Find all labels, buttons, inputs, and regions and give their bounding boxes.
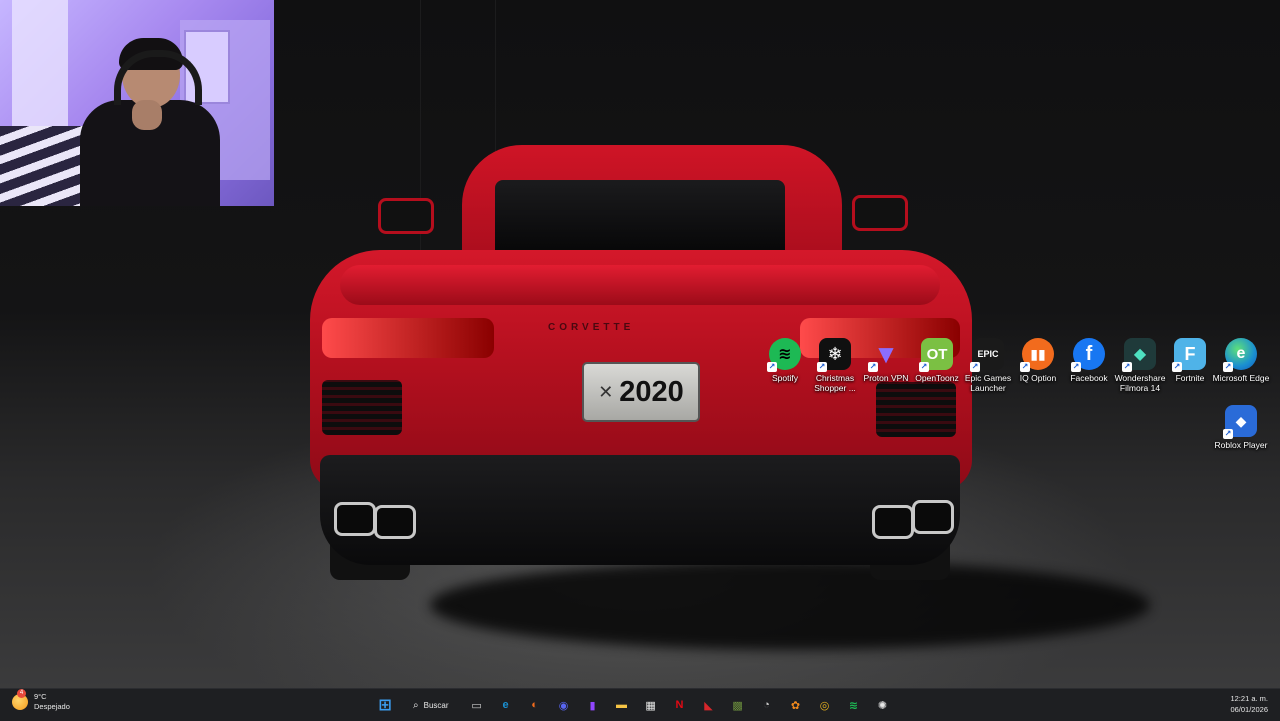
exhaust-pipe [912, 500, 954, 534]
opentoonz-icon: OT ↗ [919, 338, 953, 372]
desktop-icon-label: IQ Option [1019, 373, 1057, 383]
taskbar-apps: ⊞ ⌕ Buscar ▭ e ◐ ◉ ▮ ▬ ▦ N ◣ ▩ ◔ ✿ ◎ ≋ ✺ [374, 693, 894, 717]
sun-icon: 4 [12, 689, 28, 710]
search-label: Buscar [423, 700, 449, 710]
exhaust-pipe [374, 505, 416, 539]
desktop-icon-epic-games[interactable]: EPIC ↗ Epic Games Launcher [963, 338, 1013, 393]
shortcut-arrow-icon: ↗ [817, 362, 827, 372]
weather-condition: Despejado [34, 702, 70, 711]
weather-widget[interactable]: 4 9°C Despejado [12, 689, 70, 712]
iq-option-icon: ▮▮ ↗ [1020, 338, 1054, 372]
desktop-icon-label: OpenToonz [915, 373, 959, 383]
epic-games-icon: EPIC ↗ [970, 338, 1004, 372]
search-icon: ⌕ [413, 699, 419, 711]
shortcut-arrow-icon: ↗ [1071, 362, 1081, 372]
exhaust-pipe [334, 502, 376, 536]
car-mirror-left [378, 198, 434, 234]
spotify-taskbar-icon[interactable]: ≋ [843, 694, 865, 716]
webcam-door [12, 0, 68, 140]
shortcut-arrow-icon: ↗ [1223, 362, 1233, 372]
car-shadow [430, 560, 1150, 650]
system-clock[interactable]: 12:21 a. m. 06/01/2026 [1230, 693, 1268, 715]
shortcut-arrow-icon: ↗ [919, 362, 929, 372]
car-rear-window [495, 180, 785, 260]
roblox-icon: ◆ ↗ [1223, 405, 1257, 439]
twitch-icon[interactable]: ▮ [582, 694, 604, 716]
chatgpt-icon[interactable]: ✺ [872, 694, 894, 716]
shortcut-arrow-icon: ↗ [767, 362, 777, 372]
filmora-icon: ◆ ↗ [1122, 338, 1156, 372]
chrome-icon[interactable]: ◎ [814, 694, 836, 716]
desktop-icon-proton-vpn[interactable]: ▼ ↗ Proton VPN [861, 338, 911, 384]
windows-start-icon[interactable]: ⊞ [374, 694, 396, 716]
file-explorer-icon[interactable]: ▬ [611, 694, 633, 716]
clock-date: 06/01/2026 [1230, 705, 1268, 714]
desktop-icon-label: Proton VPN [863, 373, 909, 383]
webcam-overlay [0, 0, 274, 206]
amd-icon[interactable]: ◣ [698, 694, 720, 716]
desktop-icon-iq-option[interactable]: ▮▮ ↗ IQ Option [1013, 338, 1063, 383]
discord-icon[interactable]: ◉ [553, 694, 575, 716]
desktop-icon-opentoonz[interactable]: OT ↗ OpenToonz [912, 338, 962, 383]
task-view-icon[interactable]: ▭ [466, 694, 488, 716]
search-button[interactable]: ⌕ Buscar [403, 694, 459, 716]
desktop-icon-facebook[interactable]: f ↗ Facebook [1064, 338, 1114, 383]
desktop-icon-label: Roblox Player [1214, 440, 1268, 450]
car-badge: CORVETTE [548, 322, 635, 333]
car-taillight-left [322, 318, 494, 358]
desktop-icon-christmas-shopper[interactable]: ❄ ↗ Christmas Shopper ... [810, 338, 860, 393]
shortcut-arrow-icon: ↗ [970, 362, 980, 372]
fl-studio-icon[interactable]: ✿ [785, 694, 807, 716]
facebook-icon: f ↗ [1071, 338, 1105, 372]
desktop-icon-filmora[interactable]: ◆ ↗ Wondershare Filmora 14 [1115, 338, 1165, 393]
desktop-icon-label: Microsoft Edge [1212, 373, 1270, 383]
plate-number: 2020 [619, 375, 684, 408]
desktop-icon-label: Fortnite [1175, 373, 1205, 383]
car-spoiler [340, 265, 940, 305]
clock-time: 12:21 a. m. [1230, 694, 1268, 703]
desktop-icon-label: Facebook [1070, 373, 1108, 383]
taskbar: 4 9°C Despejado ⊞ ⌕ Buscar ▭ e ◐ ◉ ▮ ▬ ▦… [0, 688, 1280, 721]
speedometer-icon[interactable]: ◔ [756, 694, 778, 716]
shortcut-arrow-icon: ↗ [1223, 429, 1233, 439]
spotify-icon: ≋ ↗ [767, 338, 801, 372]
desktop-icon-fortnite[interactable]: F ↗ Fortnite [1165, 338, 1215, 383]
netflix-icon[interactable]: N [669, 694, 691, 716]
license-plate: ✕ 2020 [582, 362, 700, 422]
flag-emblem-icon: ✕ [598, 381, 614, 403]
proton-vpn-icon: ▼ ↗ [868, 338, 899, 372]
shortcut-arrow-icon: ↗ [1172, 362, 1182, 372]
car-vent-right [876, 382, 956, 437]
microsoft-store-icon[interactable]: ▦ [640, 694, 662, 716]
edge-taskbar-icon[interactable]: e [495, 694, 517, 716]
car-diffuser [320, 455, 960, 565]
car-vent-left [322, 380, 402, 435]
desktop-icon-roblox[interactable]: ◆ ↗ Roblox Player [1215, 405, 1267, 450]
desktop-icon-spotify[interactable]: ≋ ↗ Spotify [760, 338, 810, 383]
minecraft-icon[interactable]: ▩ [727, 694, 749, 716]
desktop-icon-microsoft-edge[interactable]: e ↗ Microsoft Edge [1213, 338, 1269, 383]
orange-app-icon[interactable]: ◐ [524, 694, 546, 716]
edge-icon: e ↗ [1223, 338, 1257, 372]
exhaust-pipe [872, 505, 914, 539]
weather-temperature: 9°C [34, 692, 47, 701]
car-mirror-right [852, 195, 908, 231]
snowflake-icon: ❄ ↗ [817, 338, 851, 372]
desktop-icon-label: Christmas Shopper ... [814, 373, 856, 393]
fortnite-icon: F ↗ [1172, 338, 1206, 372]
webcam-person-hand [132, 100, 162, 130]
shortcut-arrow-icon: ↗ [1020, 362, 1030, 372]
weather-alert-badge: 4 [17, 689, 26, 698]
shortcut-arrow-icon: ↗ [868, 362, 878, 372]
shortcut-arrow-icon: ↗ [1122, 362, 1132, 372]
